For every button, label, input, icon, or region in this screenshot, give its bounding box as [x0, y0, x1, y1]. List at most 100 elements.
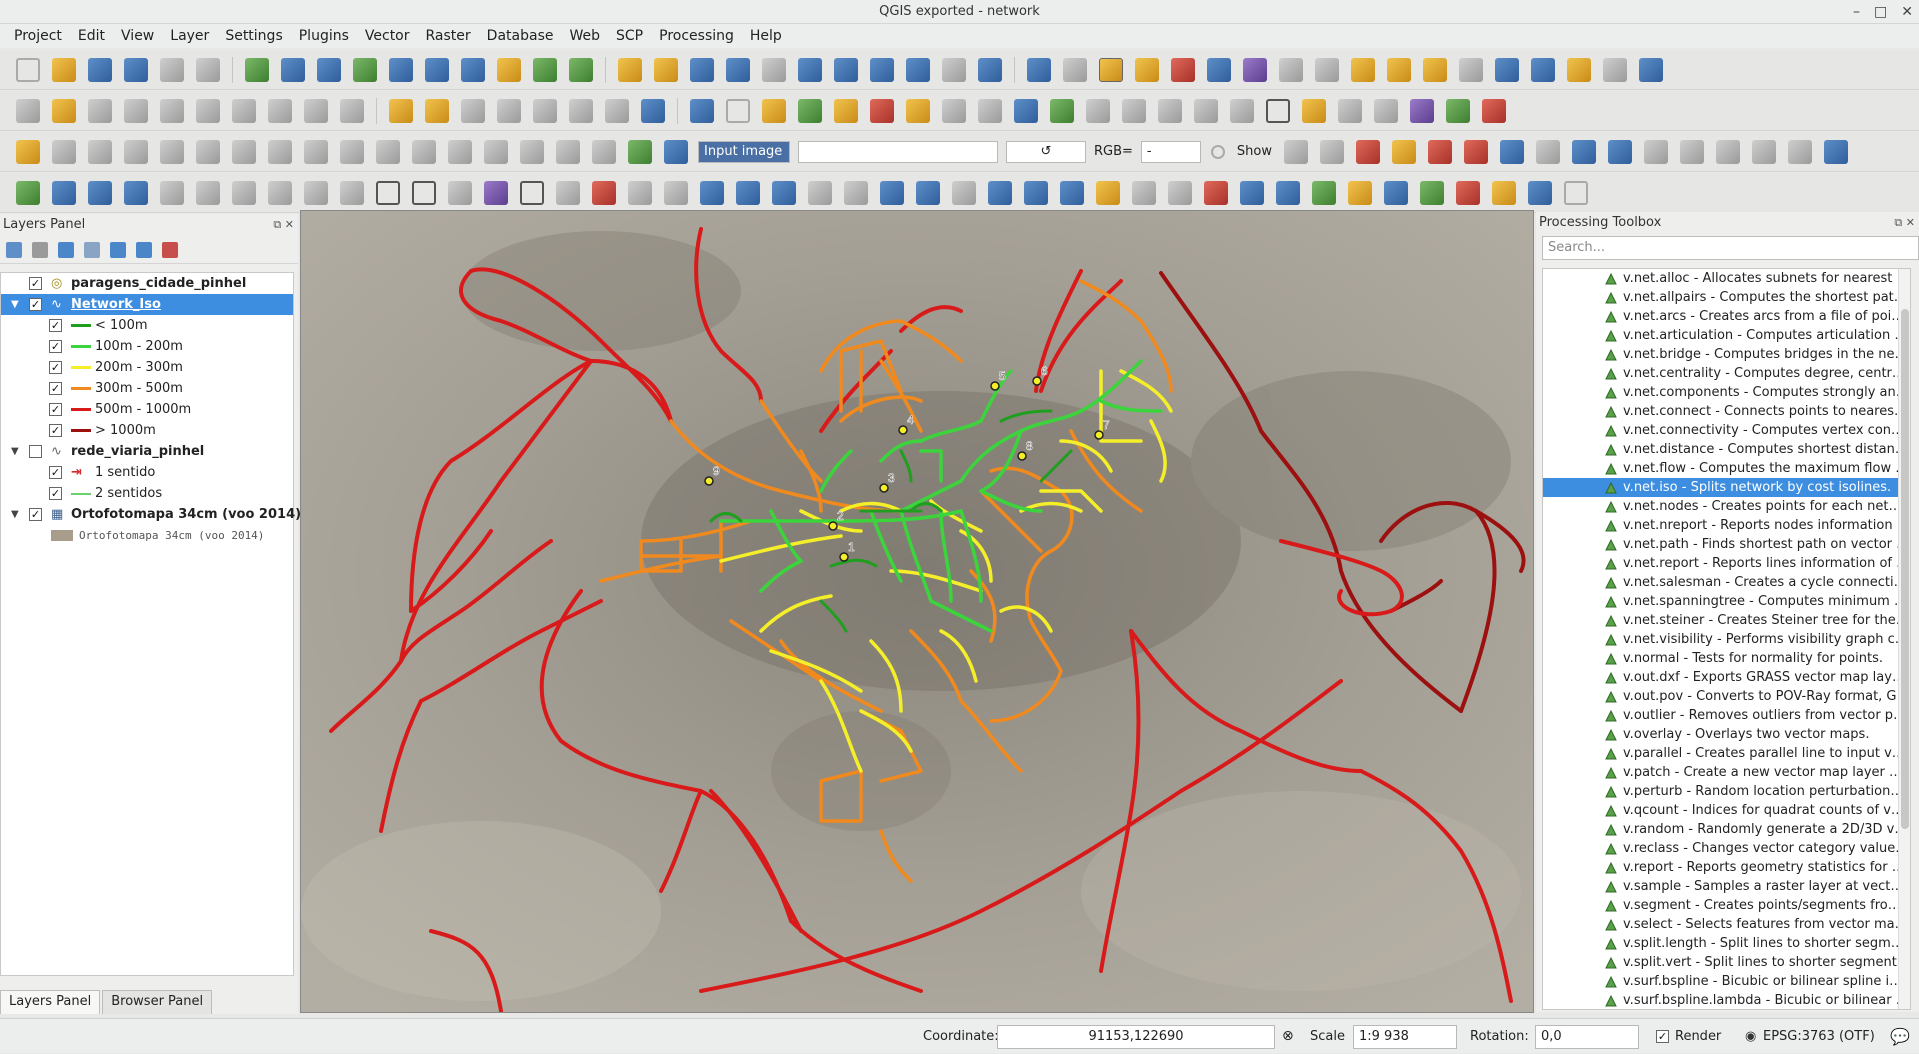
- processing-algorithm-list[interactable]: v.net.alloc - Allocates subnets for near…: [1542, 268, 1911, 1010]
- messages-icon[interactable]: 💬: [1890, 1019, 1910, 1054]
- filter-legend-icon[interactable]: [58, 241, 74, 258]
- legend-checkbox[interactable]: ✓: [49, 403, 62, 416]
- legend-gt1000[interactable]: ✓ > 1000m: [1, 420, 293, 441]
- algorithm-item[interactable]: v.net.components - Computes strongly and…: [1543, 383, 1910, 402]
- georeferencer-icon[interactable]: [1567, 57, 1591, 82]
- minimize-button[interactable]: –: [1853, 0, 1860, 24]
- save-edits-icon[interactable]: [88, 98, 112, 123]
- split-tool-icon[interactable]: [844, 180, 868, 205]
- select-by-value-icon[interactable]: [1135, 57, 1159, 82]
- scale-tool-icon[interactable]: [700, 180, 724, 205]
- add-wms-icon[interactable]: [389, 57, 413, 82]
- algorithm-item[interactable]: v.net.iso - Splits network by cost isoli…: [1543, 478, 1910, 497]
- node-tool-icon[interactable]: [196, 98, 220, 123]
- sum-icon[interactable]: [1603, 57, 1627, 82]
- algorithm-item[interactable]: v.net.report - Reports lines information…: [1543, 554, 1910, 573]
- algorithm-item[interactable]: v.outlier - Removes outliers from vector…: [1543, 706, 1910, 725]
- algorithm-item[interactable]: v.net.nreport - Reports nodes informatio…: [1543, 516, 1910, 535]
- algorithm-item[interactable]: v.perturb - Random location perturbation…: [1543, 782, 1910, 801]
- menu-layer[interactable]: Layer: [162, 28, 217, 44]
- edit-a-icon[interactable]: [196, 139, 220, 164]
- manage-visibility-icon[interactable]: [32, 241, 48, 258]
- undo-icon[interactable]: [88, 139, 112, 164]
- add-wfs-icon[interactable]: [461, 57, 485, 82]
- measure-icon[interactable]: [1315, 57, 1339, 82]
- maximize-button[interactable]: □: [1874, 0, 1887, 24]
- plugin-icon[interactable]: [1531, 57, 1555, 82]
- style-icon[interactable]: [1302, 98, 1326, 123]
- delete-selected-icon[interactable]: [232, 98, 256, 123]
- coordinate-field[interactable]: 91153,122690: [997, 1025, 1275, 1049]
- undo2-icon[interactable]: [160, 180, 184, 205]
- label-highlight-icon[interactable]: [425, 98, 449, 123]
- monitor-icon[interactable]: [1639, 57, 1663, 82]
- algorithm-item[interactable]: v.net.steiner - Creates Steiner tree for…: [1543, 611, 1910, 630]
- extend-tool-icon[interactable]: [808, 180, 832, 205]
- show-labels-icon[interactable]: [497, 98, 521, 123]
- vertex-search-icon[interactable]: [942, 98, 966, 123]
- layer-ortofotomapa[interactable]: ▼ ✓ ▦ Ortofotomapa 34cm (voo 2014): [1, 504, 301, 525]
- menu-plugins[interactable]: Plugins: [291, 28, 357, 44]
- processing-scrollbar[interactable]: [1898, 269, 1910, 1009]
- scp-rotate-icon[interactable]: [52, 139, 76, 164]
- legend-200-300[interactable]: ✓ 200m - 300m: [1, 357, 293, 378]
- deselect-icon[interactable]: [1171, 57, 1195, 82]
- algorithm-item[interactable]: v.parallel - Creates parallel line to in…: [1543, 744, 1910, 763]
- add-spatialite-icon[interactable]: [317, 57, 341, 82]
- statistics-icon[interactable]: [1279, 57, 1303, 82]
- algorithm-item[interactable]: v.net.alloc - Allocates subnets for near…: [1543, 269, 1910, 288]
- split-icon[interactable]: [1122, 98, 1146, 123]
- menu-vector[interactable]: Vector: [357, 28, 418, 44]
- edit-h-icon[interactable]: [448, 139, 472, 164]
- edit-g-icon[interactable]: [412, 139, 436, 164]
- menu-scp[interactable]: SCP: [608, 28, 651, 44]
- algorithm-item[interactable]: v.net.visibility - Performs visibility g…: [1543, 630, 1910, 649]
- menu-web[interactable]: Web: [561, 28, 608, 44]
- cloud-icon[interactable]: [1312, 180, 1336, 205]
- house-icon[interactable]: [1456, 180, 1480, 205]
- zoom-layer-icon[interactable]: [870, 57, 894, 82]
- curve-tool-icon[interactable]: [304, 180, 328, 205]
- new-shapefile-icon[interactable]: [569, 57, 593, 82]
- stop-marker-icon[interactable]: [990, 381, 1000, 391]
- pan-icon[interactable]: [618, 57, 642, 82]
- save-as-icon[interactable]: [124, 57, 148, 82]
- select-features-icon[interactable]: [1099, 57, 1123, 82]
- new-project-icon[interactable]: [16, 57, 40, 82]
- scale-combobox[interactable]: 1:9 938: [1353, 1025, 1457, 1049]
- fillet-icon[interactable]: [1060, 180, 1084, 205]
- database-icon[interactable]: [641, 98, 665, 123]
- python-console-icon[interactable]: [1495, 57, 1519, 82]
- algorithm-item[interactable]: v.net.path - Finds shortest path on vect…: [1543, 535, 1910, 554]
- algorithm-item[interactable]: v.overlay - Overlays two vector maps.: [1543, 725, 1910, 744]
- copy-features-icon[interactable]: [304, 98, 328, 123]
- copy-tool-icon[interactable]: [628, 180, 652, 205]
- pan-to-selection-icon[interactable]: [654, 57, 678, 82]
- monitor2-icon[interactable]: [1276, 180, 1300, 205]
- layer-checkbox[interactable]: ✓: [29, 508, 42, 521]
- digitize-scp-icon[interactable]: [124, 180, 148, 205]
- save-project-icon[interactable]: [88, 57, 112, 82]
- algorithm-item[interactable]: v.normal - Tests for normality for point…: [1543, 649, 1910, 668]
- angle-tool-icon[interactable]: [268, 180, 292, 205]
- rgb-select[interactable]: -: [1140, 140, 1201, 163]
- print-composer-icon[interactable]: [160, 57, 184, 82]
- globe-icon[interactable]: [690, 98, 714, 123]
- algorithm-item[interactable]: v.out.pov - Converts to POV-Ray format, …: [1543, 687, 1910, 706]
- algorithm-item[interactable]: v.patch - Create a new vector map layer …: [1543, 763, 1910, 782]
- crs-label[interactable]: EPSG:3763 (OTF): [1763, 1019, 1875, 1054]
- scp-tool-c-icon[interactable]: [1752, 139, 1776, 164]
- globe-3d-icon[interactable]: [16, 180, 40, 205]
- measure-angle-icon[interactable]: [1168, 180, 1192, 205]
- undo-map-icon[interactable]: [1482, 98, 1506, 123]
- zoom-last-icon[interactable]: [906, 57, 930, 82]
- algorithm-item[interactable]: v.net.salesman - Creates a cycle connect…: [1543, 573, 1910, 592]
- identify-icon[interactable]: [1027, 57, 1051, 82]
- map-tips-icon[interactable]: [1351, 57, 1375, 82]
- wand-icon[interactable]: [1348, 180, 1372, 205]
- grid-icon[interactable]: [1266, 98, 1290, 123]
- layer-paragens[interactable]: ✓ ◎ paragens_cidade_pinhel: [1, 273, 293, 294]
- stamp-icon[interactable]: [484, 180, 508, 205]
- refresh-image-button[interactable]: ↺: [1006, 140, 1086, 163]
- label-icon[interactable]: [389, 98, 413, 123]
